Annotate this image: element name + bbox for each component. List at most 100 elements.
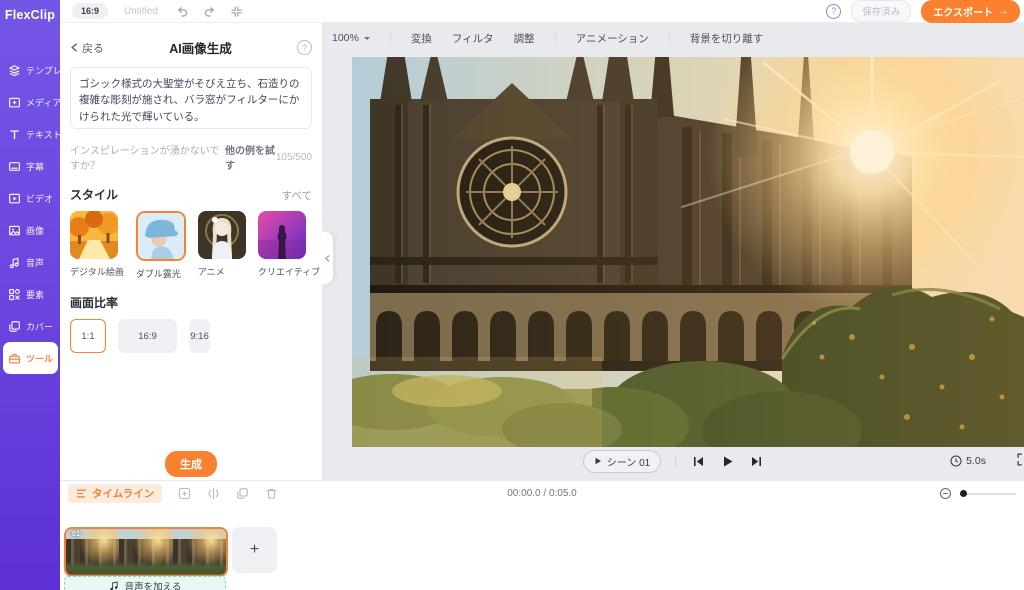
ratio-option-9-16[interactable]: 9:16 bbox=[189, 319, 210, 353]
sidebar-item-label: 画像 bbox=[26, 224, 44, 237]
chevron-down-icon bbox=[364, 37, 370, 43]
style-option-double-exposure[interactable]: ダブル露光 bbox=[136, 211, 186, 280]
try-examples-link[interactable]: 他の例を試す bbox=[225, 142, 276, 172]
sidebar-item-cover[interactable]: カバー bbox=[0, 310, 60, 342]
music-note-icon bbox=[109, 581, 119, 590]
inspiration-row: インスピレーションが湧かないですか？ 他の例を試す 105/500 bbox=[70, 142, 312, 172]
clip-thumbnail bbox=[173, 529, 226, 575]
ratio-option-16-9[interactable]: 16:9 bbox=[118, 319, 177, 353]
tool-animation[interactable]: アニメーション bbox=[576, 31, 649, 46]
tool-adjust[interactable]: 調整 bbox=[514, 31, 535, 46]
generate-button[interactable]: 生成 bbox=[165, 451, 217, 477]
video-clip[interactable]: 01 bbox=[64, 527, 228, 577]
panel-help-icon[interactable]: ? bbox=[297, 40, 312, 55]
media-plus-icon bbox=[8, 96, 21, 109]
sidebar-item-tools[interactable]: ツール bbox=[3, 342, 58, 374]
tool-transform[interactable]: 変換 bbox=[411, 31, 432, 46]
delete-icon[interactable] bbox=[265, 487, 278, 500]
ratio-option-1-1[interactable]: 1:1 bbox=[70, 319, 106, 353]
duplicate-icon[interactable] bbox=[236, 487, 249, 500]
tool-remove-background[interactable]: 背景を切り離す bbox=[690, 31, 764, 46]
cover-icon bbox=[8, 320, 21, 333]
top-header: 16:9 Untitled ? 保存済み エクスポート → bbox=[60, 0, 1024, 23]
sidebar-item-subtitles[interactable]: 字幕 bbox=[0, 150, 60, 182]
timeline-toolbar: タイムライン 00:00.0 / 0:05.0 bbox=[60, 480, 1024, 506]
canvas-image[interactable] bbox=[352, 57, 1024, 447]
zoom-slider-handle[interactable] bbox=[960, 490, 967, 497]
text-icon bbox=[8, 128, 21, 141]
sidebar-item-image[interactable]: 画像 bbox=[0, 214, 60, 246]
project-ratio-badge[interactable]: 16:9 bbox=[72, 3, 108, 19]
panel-header: 戻る AI画像生成 ? bbox=[70, 38, 312, 57]
playback-controls: シーン 01 bbox=[322, 450, 1024, 472]
layers-icon bbox=[8, 64, 21, 77]
style-thumb-digital-painting bbox=[70, 211, 118, 259]
fullscreen-icon[interactable] bbox=[1016, 452, 1024, 472]
image-icon bbox=[8, 224, 21, 237]
sidebar-item-label: テンプレ... bbox=[26, 64, 69, 77]
sidebar-item-media[interactable]: メディア bbox=[0, 86, 60, 118]
sidebar-item-label: 音声 bbox=[26, 256, 44, 269]
shortcuts-grid-icon[interactable] bbox=[230, 5, 243, 18]
elements-icon bbox=[8, 288, 21, 301]
sidebar-item-elements[interactable]: 要素 bbox=[0, 278, 60, 310]
scene-selector[interactable]: シーン 01 bbox=[583, 450, 661, 473]
tool-filter[interactable]: フィルタ bbox=[452, 31, 494, 46]
export-button[interactable]: エクスポート → bbox=[921, 0, 1020, 23]
style-all-link[interactable]: すべて bbox=[282, 188, 312, 203]
panel-collapse-handle[interactable] bbox=[322, 232, 333, 284]
style-thumb-creative bbox=[258, 211, 306, 259]
toolbar-divider bbox=[669, 32, 670, 44]
timeline-tracks: 01 + 音声を加える bbox=[60, 506, 1024, 590]
add-scene-button[interactable]: + bbox=[232, 527, 277, 573]
help-icon[interactable]: ? bbox=[826, 4, 841, 19]
add-audio-label: 音声を加える bbox=[125, 579, 182, 590]
transport-divider bbox=[675, 455, 676, 467]
clip-number: 01 bbox=[72, 531, 80, 538]
style-thumb-double-exposure bbox=[136, 211, 186, 261]
style-label: ダブル露光 bbox=[136, 267, 186, 280]
style-title: スタイル bbox=[70, 186, 118, 203]
prompt-input[interactable]: ゴシック様式の大聖堂がそびえ立ち、石造りの複雑な彫刻が施され、バラ窓がフィルター… bbox=[70, 67, 312, 129]
timeline-clip-actions bbox=[178, 487, 278, 500]
timeline-zoom-controls bbox=[939, 487, 1016, 500]
sidebar-item-label: 字幕 bbox=[26, 160, 44, 173]
play-icon[interactable] bbox=[721, 455, 734, 468]
sidebar-item-label: メディア bbox=[26, 96, 61, 109]
add-clip-icon[interactable] bbox=[178, 487, 191, 500]
next-scene-icon[interactable] bbox=[750, 455, 763, 468]
project-title[interactable]: Untitled bbox=[124, 6, 158, 17]
back-button[interactable]: 戻る bbox=[70, 40, 104, 56]
sidebar-item-label: 要素 bbox=[26, 288, 44, 301]
sidebar-item-templates[interactable]: テンプレ... bbox=[0, 54, 60, 86]
undo-icon[interactable] bbox=[176, 5, 189, 18]
sidebar-item-text[interactable]: テキスト bbox=[0, 118, 60, 150]
style-option-digital-painting[interactable]: デジタル絵画 bbox=[70, 211, 124, 280]
export-label: エクスポート bbox=[933, 4, 993, 19]
clock-icon bbox=[950, 455, 962, 467]
timeline-toggle[interactable]: タイムライン bbox=[68, 484, 162, 503]
header-right-actions: ? 保存済み エクスポート → bbox=[826, 0, 1020, 23]
split-icon[interactable] bbox=[207, 487, 220, 500]
add-audio-track[interactable]: 音声を加える bbox=[64, 576, 226, 590]
redo-icon[interactable] bbox=[203, 5, 216, 18]
sidebar-item-audio[interactable]: 音声 bbox=[0, 246, 60, 278]
style-option-anime[interactable]: アニメ bbox=[198, 211, 246, 280]
previous-scene-icon[interactable] bbox=[692, 455, 705, 468]
zoom-select[interactable]: 100% bbox=[332, 32, 370, 44]
style-option-creative[interactable]: クリエイティブ bbox=[258, 211, 320, 280]
toolbox-icon bbox=[8, 352, 21, 365]
clip-thumbnail bbox=[119, 529, 172, 575]
style-section-header: スタイル すべて bbox=[70, 186, 312, 203]
style-label: アニメ bbox=[198, 265, 246, 278]
ai-image-panel: 戻る AI画像生成 ? ゴシック様式の大聖堂がそびえ立ち、石造りの複雑な彫刻が施… bbox=[60, 22, 322, 480]
play-small-icon bbox=[594, 457, 602, 465]
scene-duration[interactable]: 5.0s bbox=[950, 450, 986, 472]
timeline-zoom-slider[interactable] bbox=[960, 493, 1016, 495]
subtitles-icon bbox=[8, 160, 21, 173]
timeline-label: タイムライン bbox=[92, 486, 154, 501]
saved-status-badge: 保存済み bbox=[851, 0, 911, 22]
zoom-out-icon[interactable] bbox=[939, 487, 952, 500]
sidebar-item-video[interactable]: ビデオ bbox=[0, 182, 60, 214]
scene-label: シーン 01 bbox=[607, 454, 650, 469]
